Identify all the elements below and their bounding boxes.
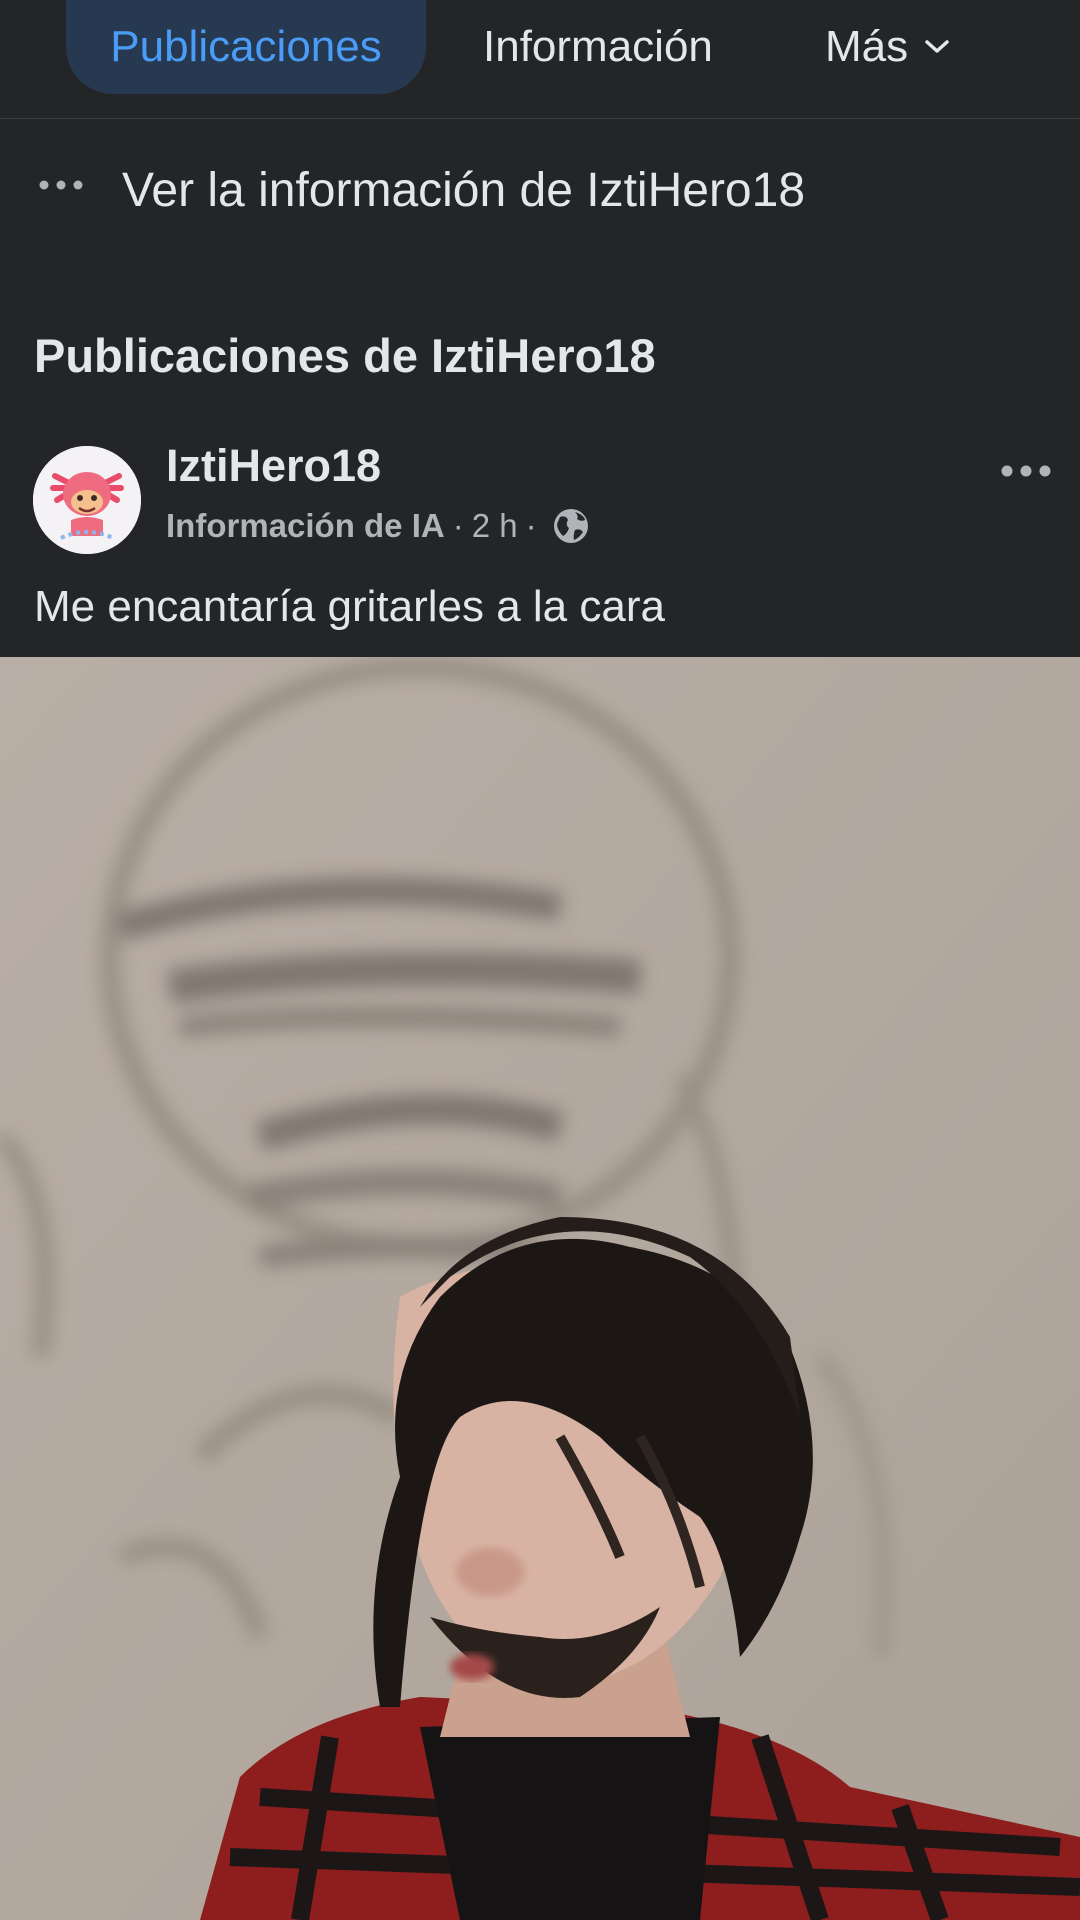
post-header: IztiHero18 Información de IA · 2 h · — [0, 438, 1080, 558]
globe-icon — [551, 506, 591, 546]
tab-publicaciones-label: Publicaciones — [110, 22, 382, 71]
post-image[interactable] — [0, 657, 1080, 1920]
meta-separator: · — [525, 507, 537, 544]
post-text: Me encantaría gritarles a la cara — [34, 582, 665, 631]
see-info-label: Ver la información de IztiHero18 — [122, 163, 806, 217]
tab-mas-label: Más — [825, 22, 909, 71]
ai-info-label[interactable]: Información de IA — [166, 507, 445, 545]
tab-informacion[interactable]: Información — [483, 0, 713, 94]
post-author[interactable]: IztiHero18 — [166, 440, 381, 492]
tab-mas[interactable]: Más — [825, 0, 950, 94]
post-meta: Información de IA · 2 h · — [166, 506, 591, 546]
profile-tabs: Publicaciones Información Más — [0, 0, 1080, 119]
post-time[interactable]: 2 h — [472, 507, 518, 545]
tab-informacion-label: Información — [483, 22, 713, 71]
section-title: Publicaciones de IztiHero18 — [34, 329, 656, 382]
tab-publicaciones[interactable]: Publicaciones — [66, 0, 426, 94]
more-dots-icon — [38, 178, 84, 196]
post-menu-icon[interactable] — [1000, 464, 1052, 483]
chevron-down-icon — [924, 39, 950, 55]
see-info-row[interactable]: Ver la información de IztiHero18 — [0, 150, 1080, 230]
avatar[interactable] — [33, 446, 141, 554]
meta-separator: · — [452, 507, 464, 544]
